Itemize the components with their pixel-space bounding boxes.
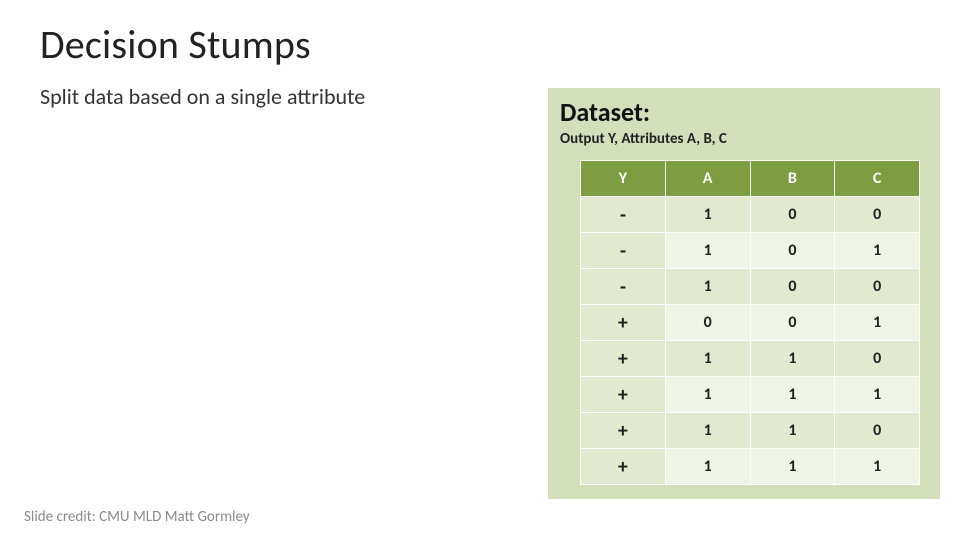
cell-y: + — [581, 305, 666, 341]
table-row: + 1 1 1 — [581, 449, 920, 485]
col-head-c: C — [835, 161, 920, 197]
cell-c: 0 — [835, 341, 920, 377]
cell-c: 1 — [835, 377, 920, 413]
cell-a: 1 — [665, 269, 750, 305]
cell-a: 1 — [665, 377, 750, 413]
panel-subtitle: Output Y, Attributes A, B, C — [560, 130, 930, 148]
cell-c: 1 — [835, 305, 920, 341]
table-row: + 1 1 0 — [581, 413, 920, 449]
cell-y: + — [581, 377, 666, 413]
panel-title: Dataset: — [560, 96, 930, 128]
cell-y: - — [581, 233, 666, 269]
cell-y: + — [581, 449, 666, 485]
table-row: - 1 0 1 — [581, 233, 920, 269]
cell-b: 0 — [750, 269, 835, 305]
dataset-table: Y A B C - 1 0 0 - 1 0 1 — [580, 160, 920, 485]
cell-a: 1 — [665, 197, 750, 233]
cell-y: - — [581, 197, 666, 233]
table-row: - 1 0 0 — [581, 269, 920, 305]
cell-c: 1 — [835, 449, 920, 485]
cell-b: 0 — [750, 233, 835, 269]
table-row: + 1 1 0 — [581, 341, 920, 377]
col-head-y: Y — [581, 161, 666, 197]
cell-c: 0 — [835, 197, 920, 233]
cell-b: 1 — [750, 413, 835, 449]
cell-c: 0 — [835, 269, 920, 305]
col-head-a: A — [665, 161, 750, 197]
cell-b: 1 — [750, 341, 835, 377]
cell-a: 1 — [665, 449, 750, 485]
cell-c: 0 — [835, 413, 920, 449]
slide: Decision Stumps Split data based on a si… — [0, 0, 960, 540]
cell-y: - — [581, 269, 666, 305]
cell-b: 1 — [750, 449, 835, 485]
cell-a: 1 — [665, 413, 750, 449]
cell-y: + — [581, 341, 666, 377]
cell-c: 1 — [835, 233, 920, 269]
cell-b: 0 — [750, 305, 835, 341]
cell-b: 0 — [750, 197, 835, 233]
page-title: Decision Stumps — [40, 20, 920, 69]
table-row: + 0 0 1 — [581, 305, 920, 341]
slide-credit: Slide credit: CMU MLD Matt Gormley — [24, 508, 250, 526]
col-head-b: B — [750, 161, 835, 197]
cell-a: 1 — [665, 233, 750, 269]
dataset-panel: Dataset: Output Y, Attributes A, B, C Y … — [548, 88, 940, 499]
cell-y: + — [581, 413, 666, 449]
table-header-row: Y A B C — [581, 161, 920, 197]
cell-b: 1 — [750, 377, 835, 413]
table-row: + 1 1 1 — [581, 377, 920, 413]
cell-a: 1 — [665, 341, 750, 377]
table-row: - 1 0 0 — [581, 197, 920, 233]
cell-a: 0 — [665, 305, 750, 341]
